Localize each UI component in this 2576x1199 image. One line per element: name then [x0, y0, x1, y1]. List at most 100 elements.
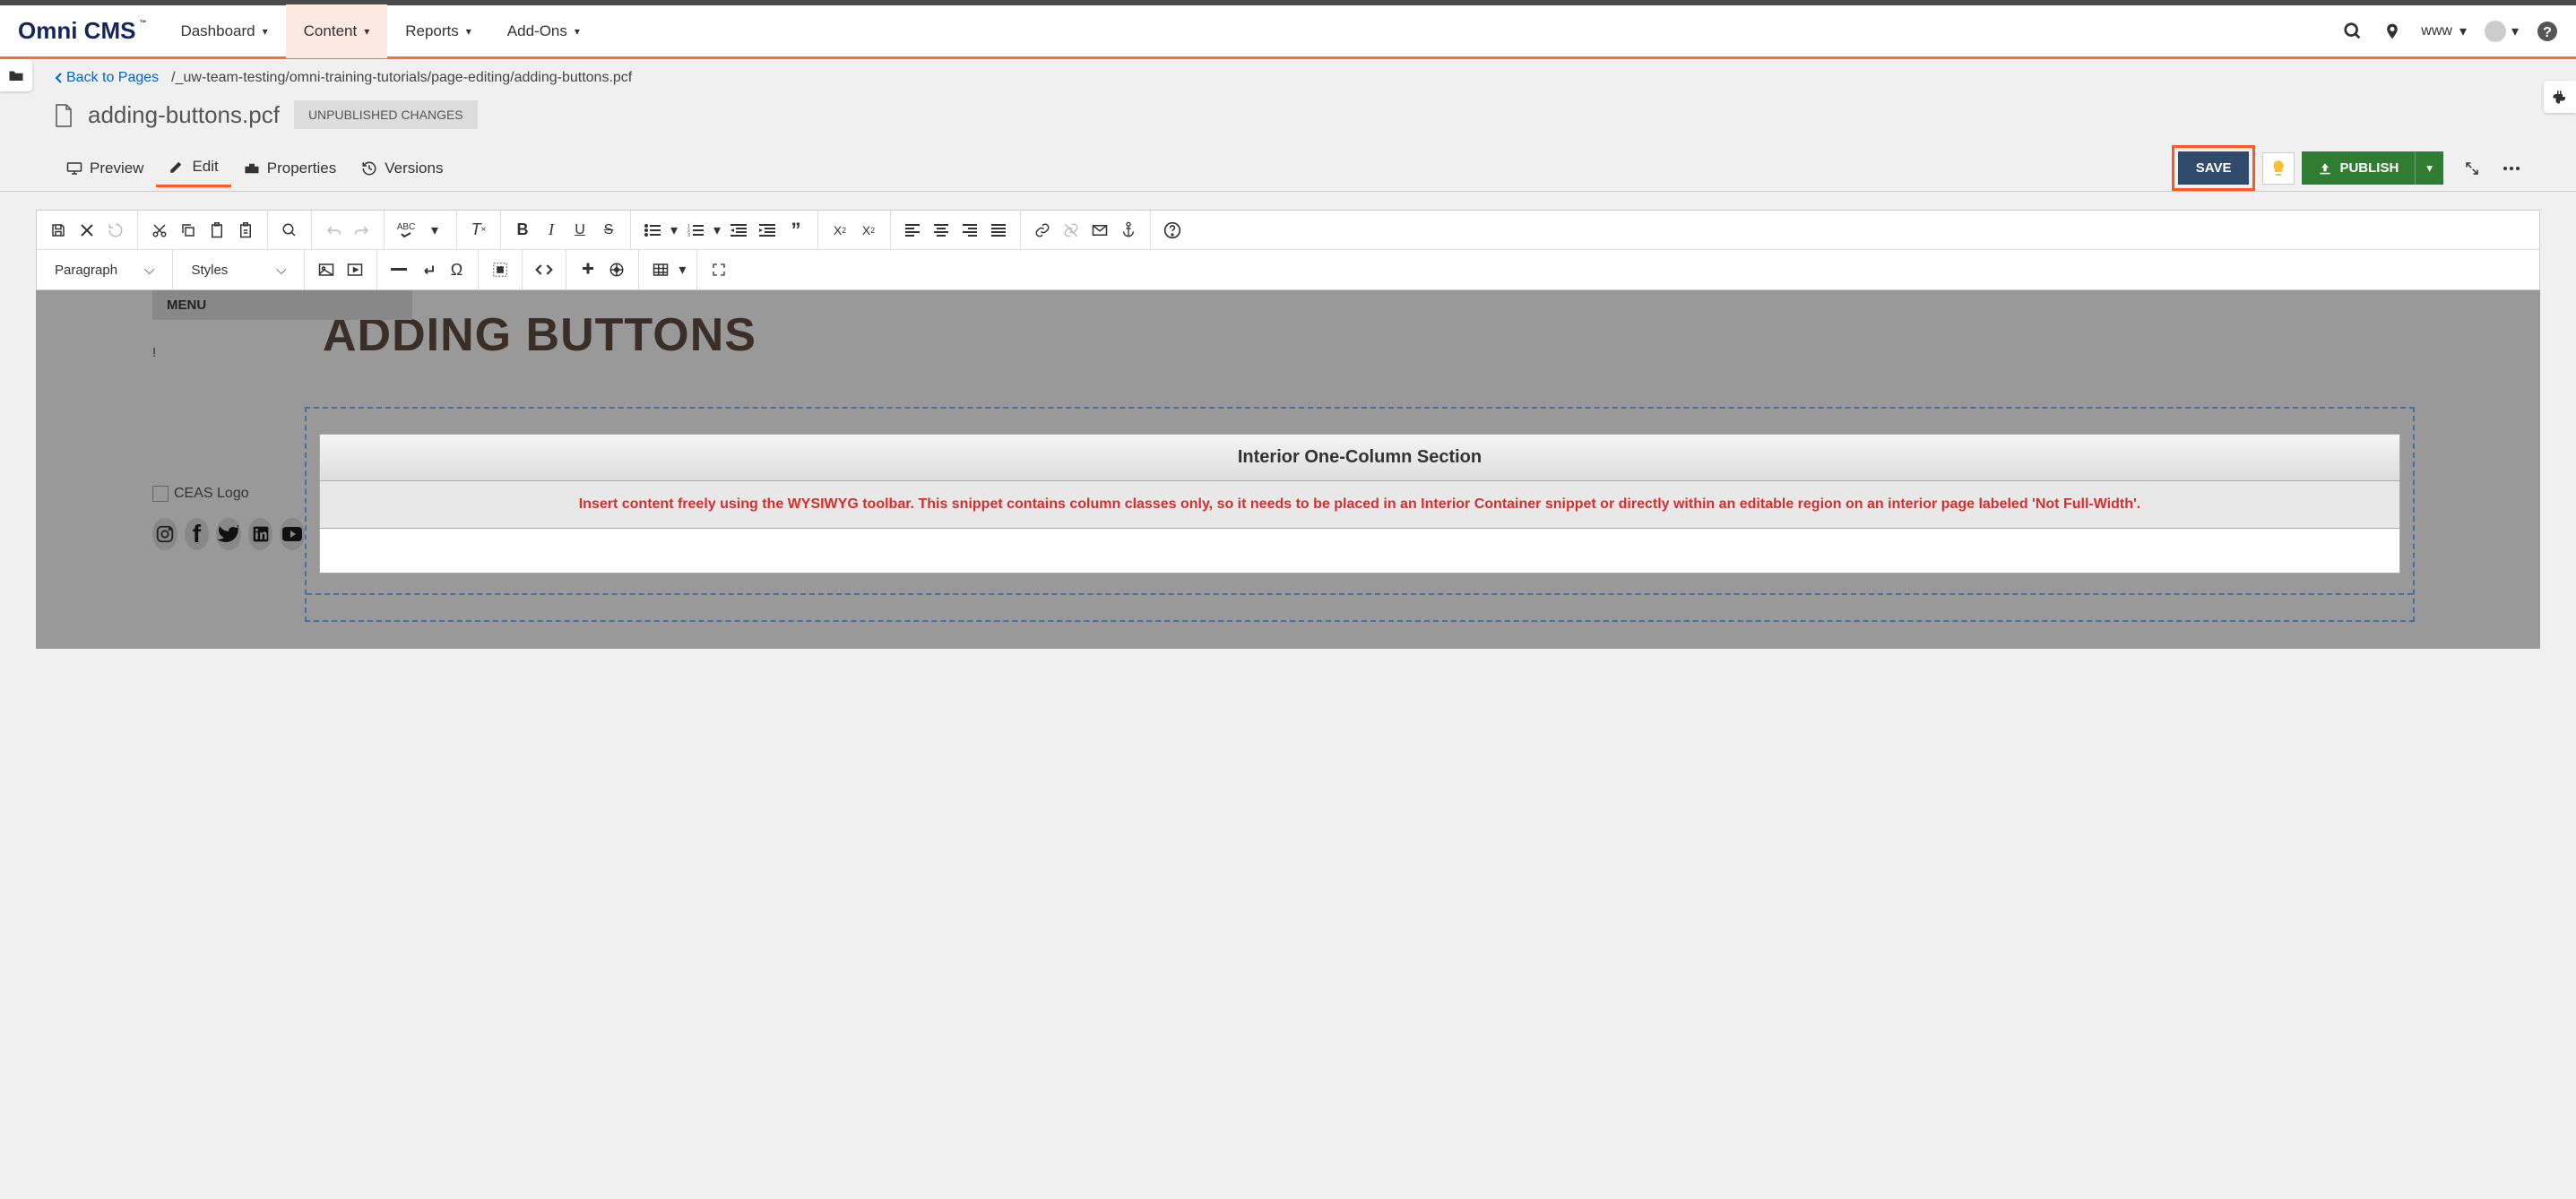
file-icon	[54, 103, 73, 126]
strikethrough-icon[interactable]: S	[594, 216, 623, 245]
user-menu[interactable]: ▾	[2485, 21, 2519, 42]
hr-icon[interactable]	[385, 255, 413, 284]
linkedin-icon[interactable]	[248, 518, 273, 550]
nav-reports[interactable]: Reports▾	[387, 4, 489, 58]
more-icon[interactable]	[2501, 158, 2522, 179]
source-code-icon[interactable]	[530, 255, 558, 284]
unlink-icon[interactable]	[1057, 216, 1085, 245]
snippet-icon[interactable]	[574, 255, 602, 284]
editable-region[interactable]: Interior One-Column Section Insert conte…	[305, 407, 2415, 622]
image-icon[interactable]	[312, 255, 341, 284]
select-all-icon[interactable]	[486, 255, 514, 284]
monitor-icon	[66, 160, 82, 177]
facebook-icon[interactable]: f	[185, 518, 210, 550]
save-icon[interactable]	[44, 216, 73, 245]
align-justify-icon[interactable]	[984, 216, 1013, 245]
save-button[interactable]: SAVE	[2178, 151, 2250, 185]
site-selector[interactable]: www▾	[2421, 22, 2467, 40]
page-heading: ADDING BUTTONS	[323, 308, 2415, 362]
chevron-down-icon: ▾	[364, 25, 369, 38]
tab-edit[interactable]: Edit	[156, 149, 230, 187]
underline-icon[interactable]: U	[566, 216, 594, 245]
bullet-list-icon[interactable]	[638, 216, 667, 245]
clear-format-icon[interactable]: T×	[464, 216, 493, 245]
revert-icon[interactable]	[101, 216, 130, 245]
find-icon[interactable]	[275, 216, 304, 245]
mailto-icon[interactable]	[1085, 216, 1114, 245]
location-icon[interactable]	[2382, 21, 2403, 42]
fullscreen-icon[interactable]	[2461, 158, 2483, 179]
styles-select[interactable]: Styles⌵	[180, 250, 297, 289]
page-tabs: Preview Edit Properties Versions SAVE PU…	[0, 145, 2576, 192]
canvas-main: ADDING BUTTONS Interior One-Column Secti…	[305, 290, 2540, 649]
asset-icon[interactable]	[602, 255, 631, 284]
maximize-icon[interactable]	[705, 255, 733, 284]
bold-icon[interactable]: B	[508, 216, 537, 245]
number-list-icon[interactable]: 123	[681, 216, 710, 245]
publish-group: PUBLISH ▾	[2302, 151, 2443, 185]
lightbulb-icon	[2271, 160, 2286, 177]
cut-icon[interactable]	[145, 216, 174, 245]
align-right-icon[interactable]	[955, 216, 984, 245]
subscript-icon[interactable]: X2	[854, 216, 883, 245]
warning-icon: !	[152, 345, 305, 360]
help-toolbar-icon[interactable]	[1158, 216, 1187, 245]
title-row: adding-buttons.pcf UNPUBLISHED CHANGES	[0, 93, 2576, 136]
link-icon[interactable]	[1028, 216, 1057, 245]
chevron-down-icon: ▾	[2459, 22, 2467, 40]
spellcheck-dropdown[interactable]: ▾	[420, 216, 449, 245]
youtube-icon[interactable]	[280, 518, 305, 550]
superscript-icon[interactable]: X2	[826, 216, 854, 245]
snippet-content-area[interactable]	[320, 528, 2399, 573]
publish-button[interactable]: PUBLISH	[2302, 151, 2415, 185]
tab-properties[interactable]: Properties	[231, 151, 349, 186]
number-list-dropdown[interactable]: ▾	[710, 216, 724, 245]
table-icon[interactable]	[646, 255, 675, 284]
snippet-box[interactable]: Interior One-Column Section Insert conte…	[319, 434, 2400, 574]
folder-tab[interactable]	[0, 59, 32, 91]
canvas-sidebar: MENU ! CEAS Logo f	[36, 290, 305, 649]
chevron-down-icon: ▾	[263, 25, 268, 38]
page-actions: SAVE PUBLISH ▾	[2172, 145, 2522, 191]
help-icon[interactable]: ?	[2537, 21, 2558, 42]
publish-dropdown[interactable]: ▾	[2415, 151, 2443, 185]
paste-text-icon[interactable]	[231, 216, 260, 245]
align-left-icon[interactable]	[898, 216, 927, 245]
anchor-icon[interactable]	[1114, 216, 1143, 245]
table-dropdown[interactable]: ▾	[675, 255, 689, 284]
spellcheck-icon[interactable]: ABC	[392, 216, 420, 245]
bullet-list-dropdown[interactable]: ▾	[667, 216, 681, 245]
linebreak-icon[interactable]	[413, 255, 442, 284]
paragraph-select[interactable]: Paragraph⌵	[44, 250, 165, 289]
tab-preview[interactable]: Preview	[54, 151, 156, 186]
gadgets-tab[interactable]	[2544, 81, 2576, 113]
main-header: Omni CMS™ Dashboard▾ Content▾ Reports▾ A…	[0, 5, 2576, 59]
search-icon[interactable]	[2342, 21, 2364, 42]
publish-icon	[2318, 162, 2332, 175]
editor-canvas[interactable]: MENU ! CEAS Logo f ADDING BUTTONS Interi…	[36, 290, 2540, 649]
chevron-down-icon: ▾	[575, 25, 580, 38]
chevron-down-icon: ▾	[2511, 22, 2519, 40]
paste-icon[interactable]	[203, 216, 231, 245]
tab-versions[interactable]: Versions	[349, 151, 455, 186]
redo-icon[interactable]	[348, 216, 376, 245]
blockquote-icon[interactable]: ”	[782, 216, 810, 245]
chevron-left-icon	[54, 72, 63, 84]
video-icon[interactable]	[341, 255, 369, 284]
instagram-icon[interactable]	[152, 518, 177, 550]
undo-icon[interactable]	[319, 216, 348, 245]
close-icon[interactable]	[73, 216, 101, 245]
align-center-icon[interactable]	[927, 216, 955, 245]
italic-icon[interactable]: I	[537, 216, 566, 245]
check-button[interactable]	[2262, 152, 2295, 185]
back-link[interactable]: Back to Pages	[54, 70, 159, 86]
nav-dashboard[interactable]: Dashboard▾	[162, 4, 285, 58]
outdent-icon[interactable]	[724, 216, 753, 245]
twitter-icon[interactable]	[216, 518, 241, 550]
nav-addons[interactable]: Add-Ons▾	[489, 4, 598, 58]
copy-icon[interactable]	[174, 216, 203, 245]
chevron-down-icon: ▾	[466, 25, 471, 38]
indent-icon[interactable]	[753, 216, 782, 245]
special-char-icon[interactable]: Ω	[442, 255, 471, 284]
nav-content[interactable]: Content▾	[286, 4, 388, 58]
